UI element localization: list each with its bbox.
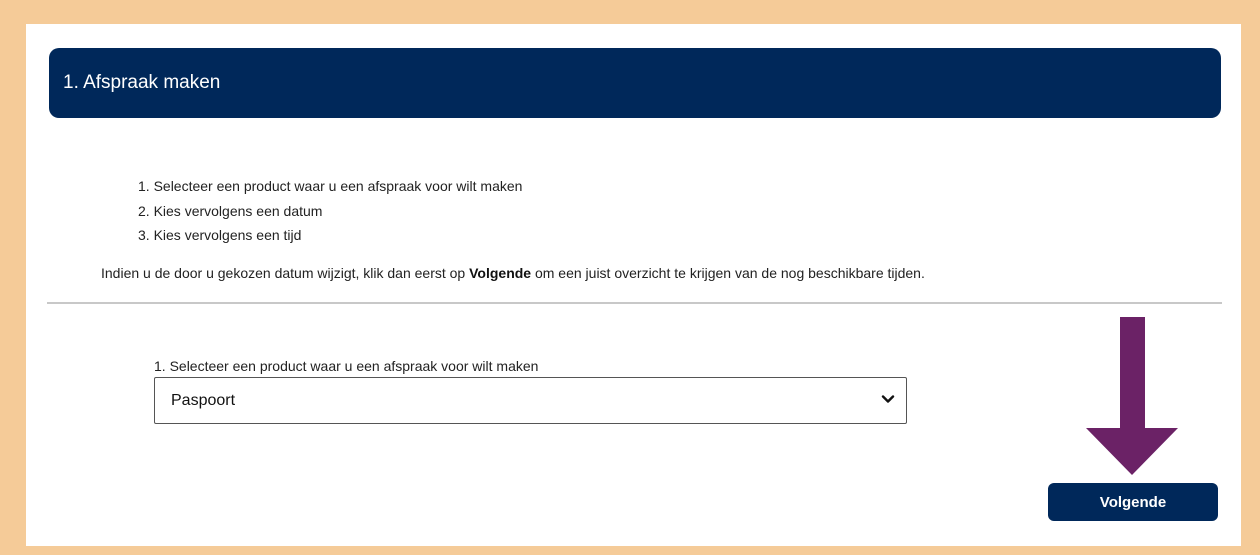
product-select[interactable]: Paspoort (154, 377, 907, 424)
next-button[interactable]: Volgende (1048, 483, 1218, 521)
info-note-bold: Volgende (469, 265, 532, 281)
product-select-label: 1. Selecteer een product waar u een afsp… (154, 358, 539, 374)
divider (47, 302, 1222, 304)
info-note-prefix: Indien u de door u gekozen datum wijzigt… (101, 265, 470, 281)
section-header: 1. Afspraak maken (49, 48, 1221, 118)
instruction-step: 3. Kies vervolgens een tijd (138, 227, 302, 243)
info-note-suffix: om een juist overzicht te krijgen van de… (531, 265, 925, 281)
instruction-step: 2. Kies vervolgens een datum (138, 202, 323, 219)
appointment-panel: 1. Afspraak maken 1. Selecteer een produ… (26, 24, 1241, 546)
info-note: Indien u de door u gekozen datum wijzigt… (101, 264, 925, 282)
product-select-value: Paspoort (171, 392, 236, 409)
section-title: 1. Afspraak maken (63, 72, 221, 93)
instruction-steps: 1. Selecteer een product waar u een afsp… (138, 174, 522, 248)
instruction-step: 1. Selecteer een product waar u een afsp… (138, 178, 523, 194)
chevron-down-icon (881, 395, 895, 403)
arrow-down-icon (1086, 317, 1178, 475)
